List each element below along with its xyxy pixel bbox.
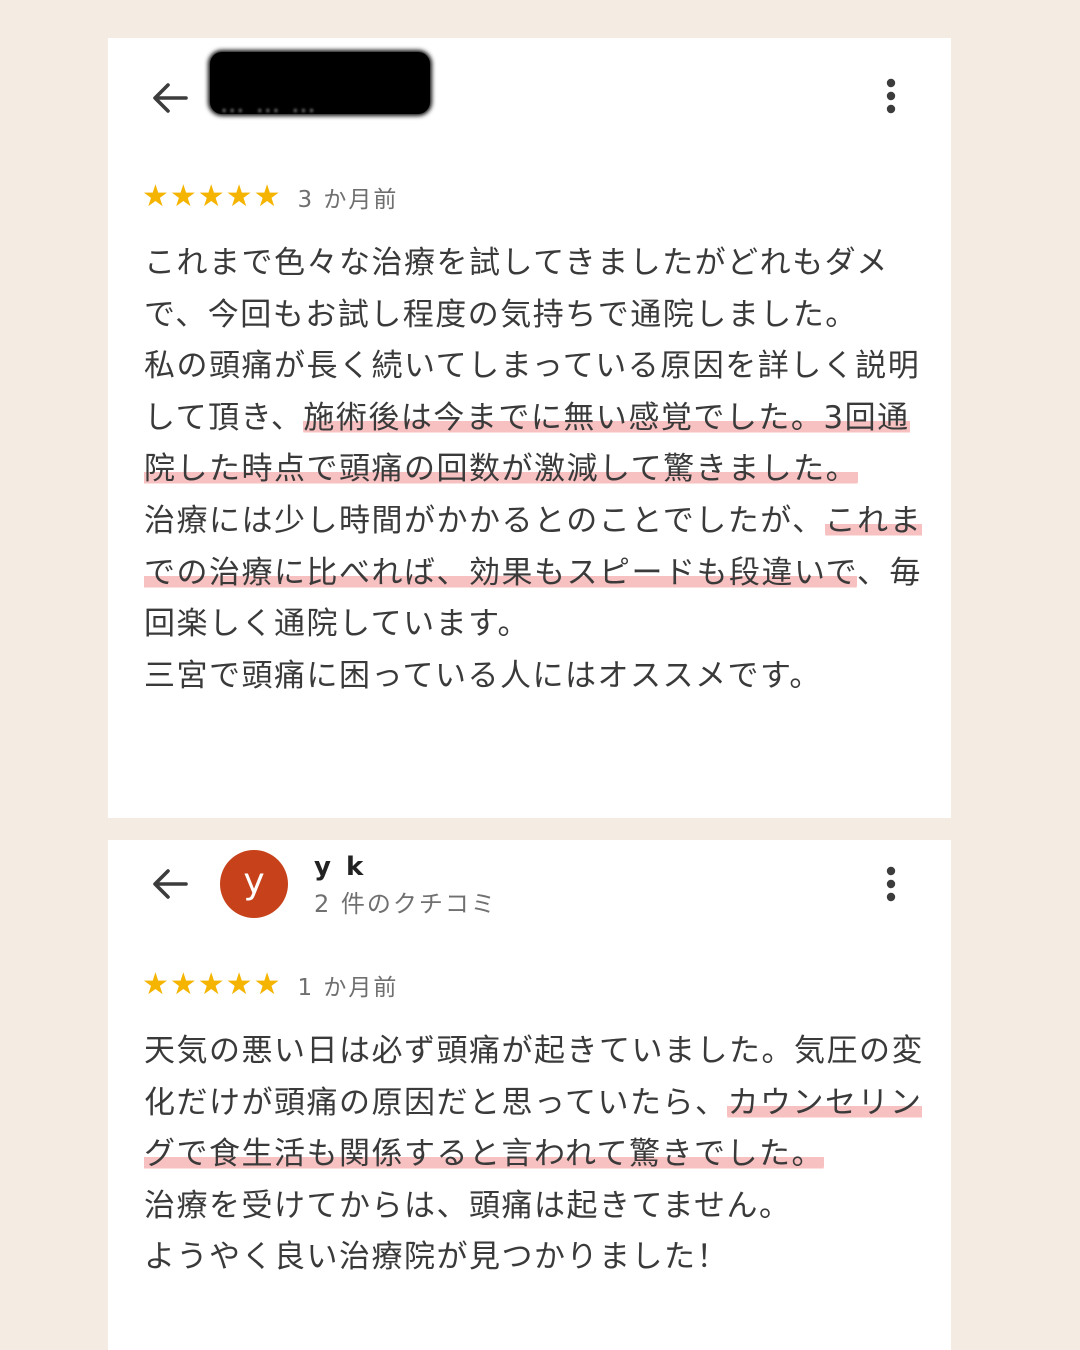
review-card: y y k 2 件のクチコミ ★★★★★ 1 か月前 天気の悪い日は必ず頭痛が起… xyxy=(108,840,951,1350)
avatar[interactable]: y xyxy=(220,850,288,918)
review-date: 1 か月前 xyxy=(297,975,399,1001)
star-rating: ★★★★★ xyxy=(142,179,282,214)
reviewer-name[interactable]: y k xyxy=(314,852,366,882)
review-text-segment: ようやく良い治療院が見つかりました！ xyxy=(144,1239,729,1276)
more-vertical-icon[interactable] xyxy=(879,74,903,118)
review-date: 3 か月前 xyxy=(297,187,399,213)
review-text: 天気の悪い日は必ず頭痛が起きていました。気圧の変化だけが頭痛の原因だと思っていた… xyxy=(144,1026,934,1284)
more-vertical-icon[interactable] xyxy=(879,862,903,906)
review-card: ⋯ ⋯ ⋯ ★★★★★ 3 か月前 これまで色々な治療を試してきましたがどれもダ… xyxy=(108,38,951,818)
review-text: これまで色々な治療を試してきましたがどれもダメで、今回もお試し程度の気持ちで通院… xyxy=(144,238,934,702)
review-count: 2 件のクチコミ xyxy=(314,890,497,918)
rating-row: ★★★★★ 1 か月前 xyxy=(142,968,398,1002)
star-rating: ★★★★★ xyxy=(142,967,282,1002)
review-text-segment: 治療を受けてからは、頭痛は起きてません。 xyxy=(144,1187,792,1224)
arrow-back-icon[interactable] xyxy=(148,862,192,906)
arrow-back-icon[interactable] xyxy=(148,76,192,120)
rating-row: ★★★★★ 3 か月前 xyxy=(142,180,398,214)
review-text-segment: 三宮で頭痛に困っている人にはオススメです。 xyxy=(144,657,822,694)
review-count: ⋯ ⋯ ⋯ xyxy=(220,96,318,124)
review-text-segment: 治療には少し時間がかかるとのことでしたが、 xyxy=(144,502,825,539)
review-text-segment: これまで色々な治療を試してきましたがどれもダメで、今回もお試し程度の気持ちで通院… xyxy=(144,245,889,333)
